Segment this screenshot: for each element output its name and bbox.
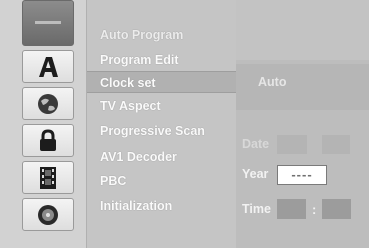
menu-item-auto-program[interactable]: Auto Program (87, 24, 237, 46)
clock-set-panel: Auto Date Year ---- Time : (236, 0, 369, 248)
time-separator: : (312, 202, 317, 217)
menu-item-progressive-scan[interactable]: Progressive Scan (87, 120, 237, 142)
time-minute-field[interactable] (322, 199, 351, 219)
clock-mode-option[interactable] (236, 64, 369, 110)
date-label: Date (242, 137, 270, 151)
disc-icon[interactable] (22, 198, 74, 231)
category-icon-column (0, 0, 86, 248)
time-hour-field[interactable] (277, 199, 306, 219)
year-input[interactable]: ---- (277, 165, 327, 185)
date-day-field[interactable] (322, 135, 350, 154)
clock-mode-value: Auto (258, 75, 287, 89)
time-label: Time (242, 202, 271, 216)
globe-icon[interactable] (22, 87, 74, 120)
date-month-field[interactable] (277, 135, 307, 154)
panel-header-area (236, 0, 369, 60)
menu-item-initialization[interactable]: Initialization (87, 195, 237, 217)
menu-item-av1-decoder[interactable]: AV1 Decoder (87, 146, 237, 168)
setup-menu: Auto Program Program Edit Clock set TV A… (86, 0, 237, 248)
menu-item-pbc[interactable]: PBC (87, 170, 237, 192)
menu-bar-icon[interactable] (22, 0, 74, 46)
menu-item-clock-set[interactable]: Clock set (87, 71, 237, 93)
menu-item-program-edit[interactable]: Program Edit (87, 49, 237, 71)
film-strip-icon[interactable] (22, 161, 74, 194)
letter-a-icon[interactable] (22, 50, 74, 83)
year-label: Year (242, 167, 269, 181)
padlock-icon[interactable] (22, 124, 74, 157)
menu-item-tv-aspect[interactable]: TV Aspect (87, 95, 237, 117)
